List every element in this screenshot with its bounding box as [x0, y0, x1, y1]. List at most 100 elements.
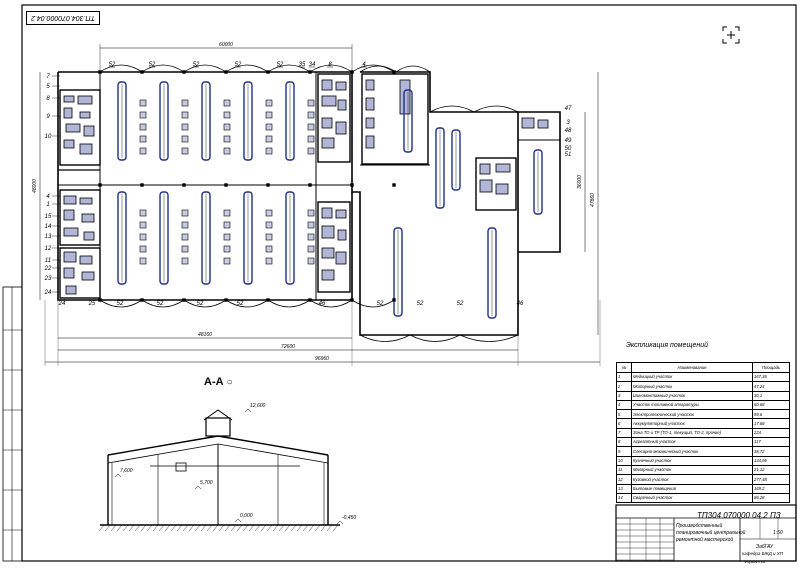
ground-hatch — [260, 524, 267, 532]
callout-left: 12 — [45, 246, 52, 252]
workbench — [265, 123, 273, 131]
roof-arch — [225, 299, 269, 308]
dim-bottom-1: 48160 — [198, 332, 212, 338]
column — [308, 298, 312, 302]
workbench — [139, 257, 147, 265]
cell-number: 5 — [616, 409, 632, 420]
equipment — [63, 227, 79, 237]
drawing-sheet: 60000 48160 72600 96960 48000 36000 47860 52 52 5… — [0, 0, 800, 565]
workbench — [139, 147, 147, 155]
workbench — [307, 123, 315, 131]
ground-hatch — [146, 524, 153, 532]
cell-number: 12 — [616, 474, 632, 485]
workbench — [139, 233, 147, 241]
ground-hatch — [296, 524, 303, 532]
equipment — [81, 271, 95, 281]
callout-left: 13 — [45, 234, 52, 240]
cell-number: 9 — [616, 446, 632, 457]
workbench — [223, 123, 231, 131]
table-row: 1 Медницкий участок 167,36 — [616, 371, 790, 383]
ground-hatch — [308, 524, 315, 532]
table-row: 8 Агрегатный участок 117 — [616, 437, 790, 448]
roof-arch — [351, 299, 395, 308]
ground-hatch — [314, 524, 321, 532]
table-row: 10 Кузнечный участок 144,96 — [616, 455, 790, 466]
workbench — [223, 221, 231, 229]
expand-button[interactable] — [720, 24, 742, 46]
workbench — [307, 245, 315, 253]
roof-arch — [409, 334, 461, 342]
workbench — [223, 99, 231, 107]
sec-level-right: -0,450 — [342, 515, 356, 521]
equipment — [399, 79, 411, 115]
cell-number: 2 — [616, 381, 632, 392]
roof-arch — [473, 105, 519, 113]
cell-number: 4 — [616, 399, 632, 411]
cell-area: 47,24 — [752, 381, 790, 392]
level-marker — [194, 485, 202, 490]
workbench — [139, 245, 147, 253]
equipment — [81, 213, 95, 223]
ground-hatch — [272, 524, 279, 532]
title-desc-3: ремонтной мастерской — [676, 537, 734, 543]
callout-left: 14 — [45, 224, 52, 230]
workbench — [139, 135, 147, 143]
cell-area: 169,2 — [752, 483, 790, 494]
workbench — [223, 257, 231, 265]
workbench — [181, 123, 189, 131]
cell-name: Малярный участок — [631, 464, 753, 476]
doc-code-stamp: ТП.304.070000.04.2 — [26, 11, 100, 25]
section-name: А-А — [204, 376, 224, 388]
workbench — [181, 233, 189, 241]
sec-level-ground: 0,000 — [240, 513, 253, 519]
cell-number: 14 — [616, 492, 632, 504]
cell-number: 11 — [616, 464, 632, 476]
cell-area: 277,48 — [752, 474, 790, 485]
workbench — [223, 147, 231, 155]
ground-hatch — [320, 524, 327, 532]
column — [140, 70, 144, 74]
ground-hatch — [194, 524, 201, 532]
workbench — [181, 257, 189, 265]
callout-left: 15 — [45, 214, 52, 220]
cell-name: Зона ТО и ТР (ТО-1, текущий, ТО-2, прочи… — [631, 427, 753, 439]
workbench — [307, 135, 315, 143]
ground-hatch — [254, 524, 261, 532]
equipment — [335, 121, 347, 135]
equipment — [79, 255, 93, 265]
ground-hatch — [284, 524, 291, 532]
col-number: № — [616, 362, 632, 373]
workbench — [223, 111, 231, 119]
callout-left: 22 — [44, 266, 52, 272]
equipment — [335, 251, 347, 265]
equipment — [337, 229, 347, 241]
col-area: Площадь — [752, 362, 790, 373]
ground-hatch — [278, 524, 285, 532]
column — [140, 183, 144, 187]
workbench — [223, 135, 231, 143]
section-crane — [175, 462, 187, 472]
roof-arch — [183, 299, 227, 308]
callout-left: 5 — [46, 84, 50, 90]
callout-left: 10 — [45, 134, 52, 140]
workbench — [181, 209, 189, 217]
cell-area: 86,28 — [752, 492, 790, 504]
equipment — [479, 179, 493, 193]
table-row: 11 Малярный участок 21,12 — [616, 464, 790, 476]
equipment — [65, 123, 81, 133]
equipment — [321, 207, 333, 219]
callout-right: 49 — [565, 138, 572, 144]
cell-area: 99,6 — [752, 409, 790, 420]
callout-left: 8 — [46, 96, 50, 102]
sec-level-top: 12,600 — [250, 403, 266, 409]
cell-number: 7 — [616, 427, 632, 439]
sec-level-mid: 5,700 — [200, 480, 213, 486]
equipment — [335, 81, 347, 91]
column — [140, 298, 144, 302]
ground-hatch — [200, 524, 207, 532]
workbench — [181, 147, 189, 155]
roof-arch — [99, 64, 143, 73]
cell-number: 10 — [616, 455, 632, 466]
column — [182, 70, 186, 74]
column — [266, 70, 270, 74]
